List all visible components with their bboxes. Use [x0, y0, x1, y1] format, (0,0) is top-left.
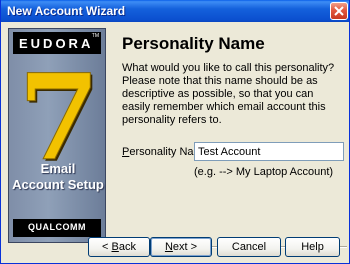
page-description: What would you like to call this persona… [122, 62, 335, 126]
eudora-logo-text: EUDORA [19, 36, 94, 51]
next-button[interactable]: Next > [150, 237, 212, 257]
back-button-rest: ack [118, 241, 136, 253]
seven-glyph: 7 [18, 63, 100, 173]
banner-product-name: Email Account Setup [9, 161, 105, 193]
trademark-mark: TM [91, 33, 99, 39]
qualcomm-logo: QUALCOMM [13, 219, 101, 237]
close-icon [334, 6, 344, 16]
next-button-accel: N [164, 241, 173, 253]
banner-product-line2: Account Setup [12, 177, 104, 192]
dialog-client-area: EUDORA TM 7 7 Email Account Setup QUALCO… [4, 22, 347, 261]
back-button[interactable]: < Back [88, 237, 150, 257]
wizard-window: New Account Wizard EUDORA TM 7 7 Email A… [0, 0, 350, 264]
eudora-logo: EUDORA TM [13, 32, 101, 54]
window-title: New Account Wizard [7, 4, 126, 18]
eudora-banner: EUDORA TM 7 7 Email Account Setup QUALCO… [8, 28, 106, 243]
title-bar[interactable]: New Account Wizard [1, 0, 349, 22]
qualcomm-logo-text: QUALCOMM [28, 222, 86, 232]
personality-name-hint: (e.g. --> My Laptop Account) [194, 166, 334, 178]
version-seven-graphic: 7 7 [15, 48, 103, 190]
next-button-rest: ext > [172, 241, 198, 253]
close-button[interactable] [330, 2, 348, 20]
help-button[interactable]: Help [285, 237, 340, 257]
back-button-accel: B [111, 241, 119, 253]
version-seven-icon: 7 7 [17, 48, 102, 190]
personality-name-input[interactable] [194, 142, 344, 161]
cancel-button[interactable]: Cancel [217, 237, 281, 257]
back-button-prefix: < [102, 241, 112, 253]
page-title: Personality Name [122, 34, 265, 53]
banner-product-line1: Email [40, 161, 76, 176]
